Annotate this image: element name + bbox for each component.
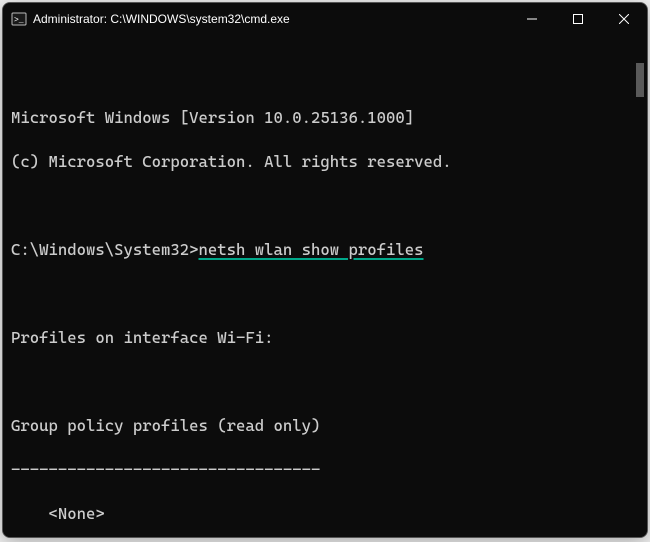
terminal-output[interactable]: Microsoft Windows [Version 10.0.25136.10… [3, 35, 647, 537]
maximize-icon [573, 14, 583, 24]
blank-line [11, 283, 647, 305]
prompt-path: C:\Windows\System32> [11, 240, 199, 259]
banner-line: Microsoft Windows [Version 10.0.25136.10… [11, 107, 647, 129]
svg-text:>_: >_ [14, 16, 24, 25]
scrollbar-track[interactable] [633, 35, 647, 537]
minimize-button[interactable] [509, 3, 555, 35]
window-controls [509, 3, 647, 35]
group-header: Group policy profiles (read only) [11, 415, 647, 437]
close-button[interactable] [601, 3, 647, 35]
minimize-icon [527, 14, 537, 24]
cmd-icon: >_ [11, 11, 27, 27]
divider-line: --------------------------------- [11, 459, 647, 481]
banner-line: (c) Microsoft Corporation. All rights re… [11, 151, 647, 173]
window-title: Administrator: C:\WINDOWS\system32\cmd.e… [33, 12, 509, 26]
blank-line [11, 371, 647, 393]
entered-command: netsh wlan show profiles [199, 240, 424, 259]
maximize-button[interactable] [555, 3, 601, 35]
scrollbar-thumb[interactable] [636, 63, 644, 97]
group-none: <None> [11, 503, 647, 525]
terminal-inner: Microsoft Windows [Version 10.0.25136.10… [11, 85, 647, 537]
blank-line [11, 195, 647, 217]
cmd-window: >_ Administrator: C:\WINDOWS\system32\cm… [2, 2, 648, 538]
section-header: Profiles on interface Wi-Fi: [11, 327, 647, 349]
prompt-line: C:\Windows\System32>netsh wlan show prof… [11, 239, 647, 261]
title-bar: >_ Administrator: C:\WINDOWS\system32\cm… [3, 3, 647, 35]
close-icon [619, 14, 629, 24]
